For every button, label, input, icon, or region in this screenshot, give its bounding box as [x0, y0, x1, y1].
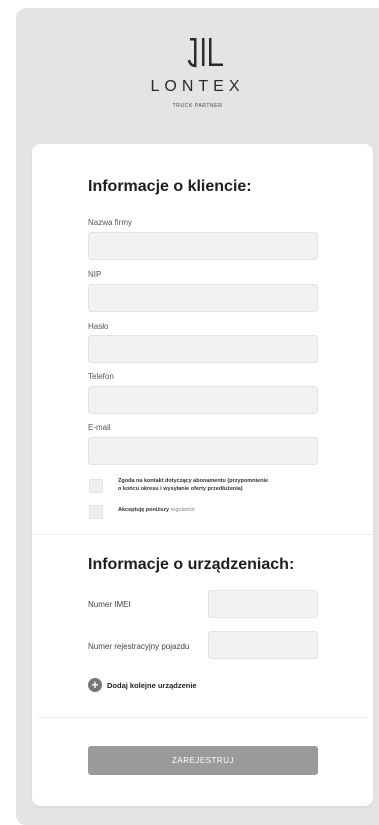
brand-logo: LONTEX TRUCK PARTNER	[16, 8, 379, 143]
contact-consent-checkbox[interactable]	[89, 479, 103, 493]
registration-number-label: Numer rejestracyjny pojazdu	[88, 642, 190, 651]
password-label: Hasło	[88, 322, 109, 331]
add-device-button[interactable]: + Dodaj kolejne urządzenie	[88, 678, 197, 692]
plus-circle-icon: +	[88, 678, 102, 692]
phone-label: Telefon	[88, 372, 114, 381]
imei-input[interactable]	[208, 590, 318, 618]
device-section-title: Informacje o urządzeniach:	[88, 556, 295, 573]
email-label: E-mail	[88, 423, 111, 432]
terms-checkbox[interactable]	[89, 505, 103, 519]
registration-card: Informacje o kliencie: Nazwa firmy NIP H…	[32, 144, 373, 806]
phone-input[interactable]	[88, 386, 318, 414]
lontex-logo-icon	[187, 38, 223, 68]
submit-divider	[38, 717, 367, 718]
email-input[interactable]	[88, 437, 318, 465]
client-section-title: Informacje o kliencie:	[88, 178, 252, 195]
imei-label: Numer IMEI	[88, 600, 131, 609]
brand-name: LONTEX	[150, 78, 245, 95]
company-name-label: Nazwa firmy	[88, 218, 133, 227]
add-device-label: Dodaj kolejne urządzenie	[107, 680, 197, 690]
company-name-input[interactable]	[88, 232, 318, 260]
nip-input[interactable]	[88, 284, 318, 312]
nip-label: NIP	[88, 270, 102, 279]
contact-consent-label: Zgoda na kontakt dotyczący abonamentu (p…	[118, 478, 269, 492]
password-input[interactable]	[88, 335, 318, 363]
brand-tagline: TRUCK PARTNER	[172, 103, 223, 109]
register-button[interactable]: ZAREJESTRUJ	[88, 746, 318, 775]
section-divider	[32, 534, 373, 535]
terms-label: Akceptuję poniższy regulamin	[118, 507, 195, 513]
registration-number-input[interactable]	[208, 631, 318, 659]
terms-link[interactable]: regulamin	[171, 507, 195, 513]
